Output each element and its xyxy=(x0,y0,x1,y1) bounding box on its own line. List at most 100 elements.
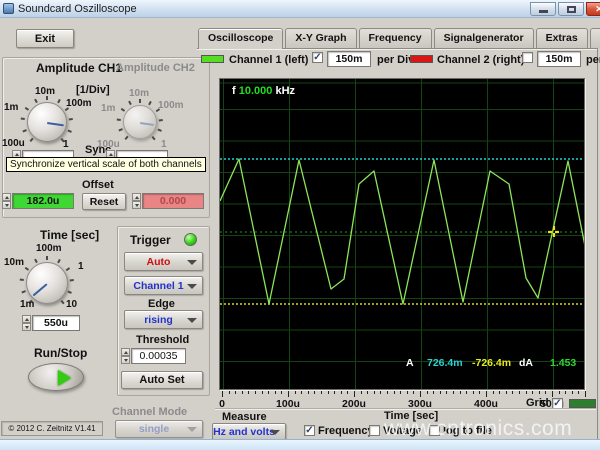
knob-tick xyxy=(20,279,24,281)
knob-tick xyxy=(22,291,26,294)
maximize-button[interactable] xyxy=(558,2,584,16)
amplitude-ch1-title: Amplitude CH1 xyxy=(36,61,122,75)
da-value: 1.453 xyxy=(550,357,576,369)
tab-xy-graph[interactable]: X-Y Graph xyxy=(285,28,356,48)
exit-button[interactable]: Exit xyxy=(16,29,74,48)
amplitude-ch2-title: Amplitude CH2 xyxy=(116,62,195,74)
watermark: www.cntronics.com xyxy=(384,417,572,441)
knob-tick xyxy=(125,136,129,140)
chevron-down-icon xyxy=(270,430,280,435)
offset-ch1-field[interactable]: 182.0u xyxy=(12,193,74,209)
channel1-scale-field[interactable]: 150m xyxy=(327,51,371,67)
threshold-value-field[interactable]: 0.00035 xyxy=(131,348,186,364)
offset-ch2-field[interactable]: 0.000 xyxy=(142,193,204,209)
channel2-scale-field[interactable]: 150m xyxy=(537,51,581,67)
threshold-spinner[interactable] xyxy=(121,348,130,364)
da-label: dA xyxy=(519,357,533,369)
knob-tick xyxy=(157,128,161,131)
knob-tick xyxy=(159,119,163,121)
maximize-icon xyxy=(567,6,576,13)
offset-reset-button[interactable]: Reset xyxy=(82,193,126,210)
knob-tick xyxy=(23,130,27,133)
knob-scale-label: 1m xyxy=(4,102,18,113)
waveform-canvas xyxy=(220,79,585,390)
trigger-edge-dropdown[interactable]: rising xyxy=(124,310,203,329)
knob-tick xyxy=(61,300,65,304)
time-title: Time [sec] xyxy=(40,228,99,242)
knob-scale-label: 100m xyxy=(36,243,62,254)
knob-tick xyxy=(121,109,125,112)
tab-strip: Oscilloscope X-Y Graph Frequency Signalg… xyxy=(198,28,600,49)
measure-label: Measure xyxy=(222,411,267,423)
channel-mode-dropdown[interactable]: single xyxy=(115,420,203,438)
knob-scale-label: 10m xyxy=(4,257,24,268)
oscilloscope-plot[interactable]: f 10.000 kHz A 726.4m -726.4m dA 1.453 xyxy=(219,78,585,390)
window-titlebar: Soundcard Oszilloscope ✕ xyxy=(0,0,600,18)
trigger-led-indicator xyxy=(184,233,197,246)
channel-mode-label: Channel Mode xyxy=(112,406,187,418)
trigger-mode-value: Auto xyxy=(147,256,171,268)
grid-color-swatch xyxy=(569,399,596,408)
knob-tick xyxy=(34,259,37,263)
run-stop-button[interactable] xyxy=(28,363,84,391)
chevron-down-icon xyxy=(187,260,197,265)
frequency-checkbox[interactable]: ✓ xyxy=(304,425,315,436)
knob-tick xyxy=(25,107,29,110)
auto-set-button[interactable]: Auto Set xyxy=(121,371,203,389)
voltage-checkbox[interactable] xyxy=(369,425,380,436)
trigger-channel-dropdown[interactable]: Channel 1 xyxy=(124,276,203,295)
tab-settings[interactable]: Settings xyxy=(590,28,600,48)
channel2-enable-checkbox[interactable] xyxy=(522,52,533,63)
knob-scale-label: 1m xyxy=(101,103,115,114)
run-stop-label: Run/Stop xyxy=(34,346,87,360)
knob-scale-label: 1 xyxy=(63,139,69,150)
knob-tick xyxy=(152,136,156,140)
offset-ch2-spinner[interactable] xyxy=(132,193,141,209)
window-controls: ✕ xyxy=(530,2,600,16)
tab-frequency[interactable]: Frequency xyxy=(359,28,432,48)
amplitude-ch2-knob[interactable] xyxy=(121,103,159,141)
chevron-down-icon xyxy=(187,318,197,323)
knob-needle xyxy=(140,122,154,126)
knob-scale-label: 100m xyxy=(158,100,184,111)
time-value-field[interactable]: 550u xyxy=(32,315,80,331)
frequency-value: 10.000 xyxy=(239,85,273,97)
knob-tick xyxy=(117,119,121,121)
amplitude-unit-label: [1/Div] xyxy=(76,84,110,96)
channel2-label: Channel 2 (right) xyxy=(437,54,524,66)
close-button[interactable]: ✕ xyxy=(586,2,600,16)
channel-mode-value: single xyxy=(139,423,169,435)
knob-needle xyxy=(33,283,48,296)
measure-mode-value: Hz and volts xyxy=(213,426,275,438)
tab-extras[interactable]: Extras xyxy=(536,28,588,48)
knob-scale-label: 10m xyxy=(129,88,149,99)
trigger-edge-value: rising xyxy=(144,314,173,326)
tab-oscilloscope[interactable]: Oscilloscope xyxy=(198,28,283,49)
trigger-mode-dropdown[interactable]: Auto xyxy=(124,252,203,271)
knob-scale-label: 1 xyxy=(161,139,167,150)
frequency-readout: f 10.000 kHz xyxy=(232,85,295,97)
knob-tick xyxy=(24,267,28,270)
knob-tick xyxy=(68,291,72,294)
offset-ch1-spinner[interactable] xyxy=(2,193,11,209)
knob-scale-label: 10m xyxy=(35,86,55,97)
knob-tick xyxy=(30,138,34,142)
knob-tick xyxy=(34,99,37,103)
frequency-checkbox-label: Frequency xyxy=(318,425,374,437)
trigger-title: Trigger xyxy=(130,233,171,247)
minimize-button[interactable] xyxy=(530,2,556,16)
tab-signalgenerator[interactable]: Signalgenerator xyxy=(434,28,534,48)
knob-tick xyxy=(148,101,151,105)
knob-scale-label: 1m xyxy=(20,299,34,310)
copyright-statusbar: © 2012 C. Zeitnitz V1.41 xyxy=(1,421,103,436)
channel1-enable-checkbox[interactable]: ✓ xyxy=(312,52,323,63)
close-icon: ✕ xyxy=(595,4,600,15)
measure-mode-dropdown[interactable]: Hz and volts xyxy=(212,423,286,440)
channel2-per-div-label: per Div xyxy=(586,54,600,66)
threshold-label: Threshold xyxy=(136,334,189,346)
amplitude-ch1-knob[interactable] xyxy=(25,100,69,144)
knob-scale-label: 10 xyxy=(66,299,77,310)
time-spinner[interactable] xyxy=(22,315,31,331)
app-window: Soundcard Oszilloscope ✕ Exit Amplitude … xyxy=(0,0,600,450)
chevron-down-icon xyxy=(187,284,197,289)
